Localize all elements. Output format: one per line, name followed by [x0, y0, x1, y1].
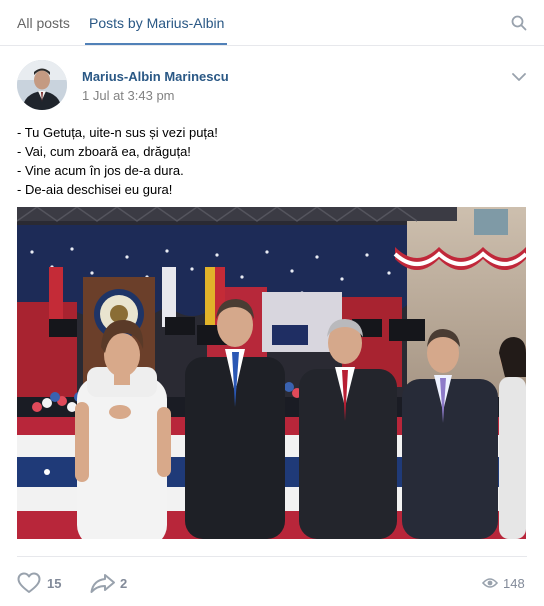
view-count: 148	[503, 576, 525, 591]
eye-icon	[482, 578, 498, 588]
search-icon[interactable]	[511, 15, 527, 31]
divider	[17, 556, 527, 557]
post-line: - Vai, cum zboară ea, drăguța!	[17, 144, 191, 159]
active-tab-indicator	[85, 43, 227, 45]
post-photo[interactable]	[17, 207, 526, 539]
share-arrow-icon[interactable]	[90, 572, 116, 594]
avatar[interactable]	[17, 60, 67, 110]
share-count: 2	[120, 576, 128, 591]
tabs-bar: All posts Posts by Marius-Albin	[0, 0, 544, 46]
tab-all-posts[interactable]: All posts	[17, 15, 70, 31]
post-line: - Vine acum în jos de-a dura.	[17, 163, 184, 178]
heart-icon[interactable]	[17, 572, 41, 594]
post-text: - Tu Getuța, uite-n sus și vezi puța! - …	[17, 123, 517, 199]
author-name[interactable]: Marius-Albin Marinescu	[82, 69, 229, 84]
post-line: - De-aia deschisei eu gura!	[17, 182, 173, 197]
post-date[interactable]: 1 Jul at 3:43 pm	[82, 88, 175, 103]
tab-posts-by-author[interactable]: Posts by Marius-Albin	[89, 15, 224, 31]
chevron-down-icon[interactable]	[512, 72, 526, 82]
post-line: - Tu Getuța, uite-n sus și vezi puța!	[17, 125, 218, 140]
like-count: 15	[47, 576, 62, 591]
